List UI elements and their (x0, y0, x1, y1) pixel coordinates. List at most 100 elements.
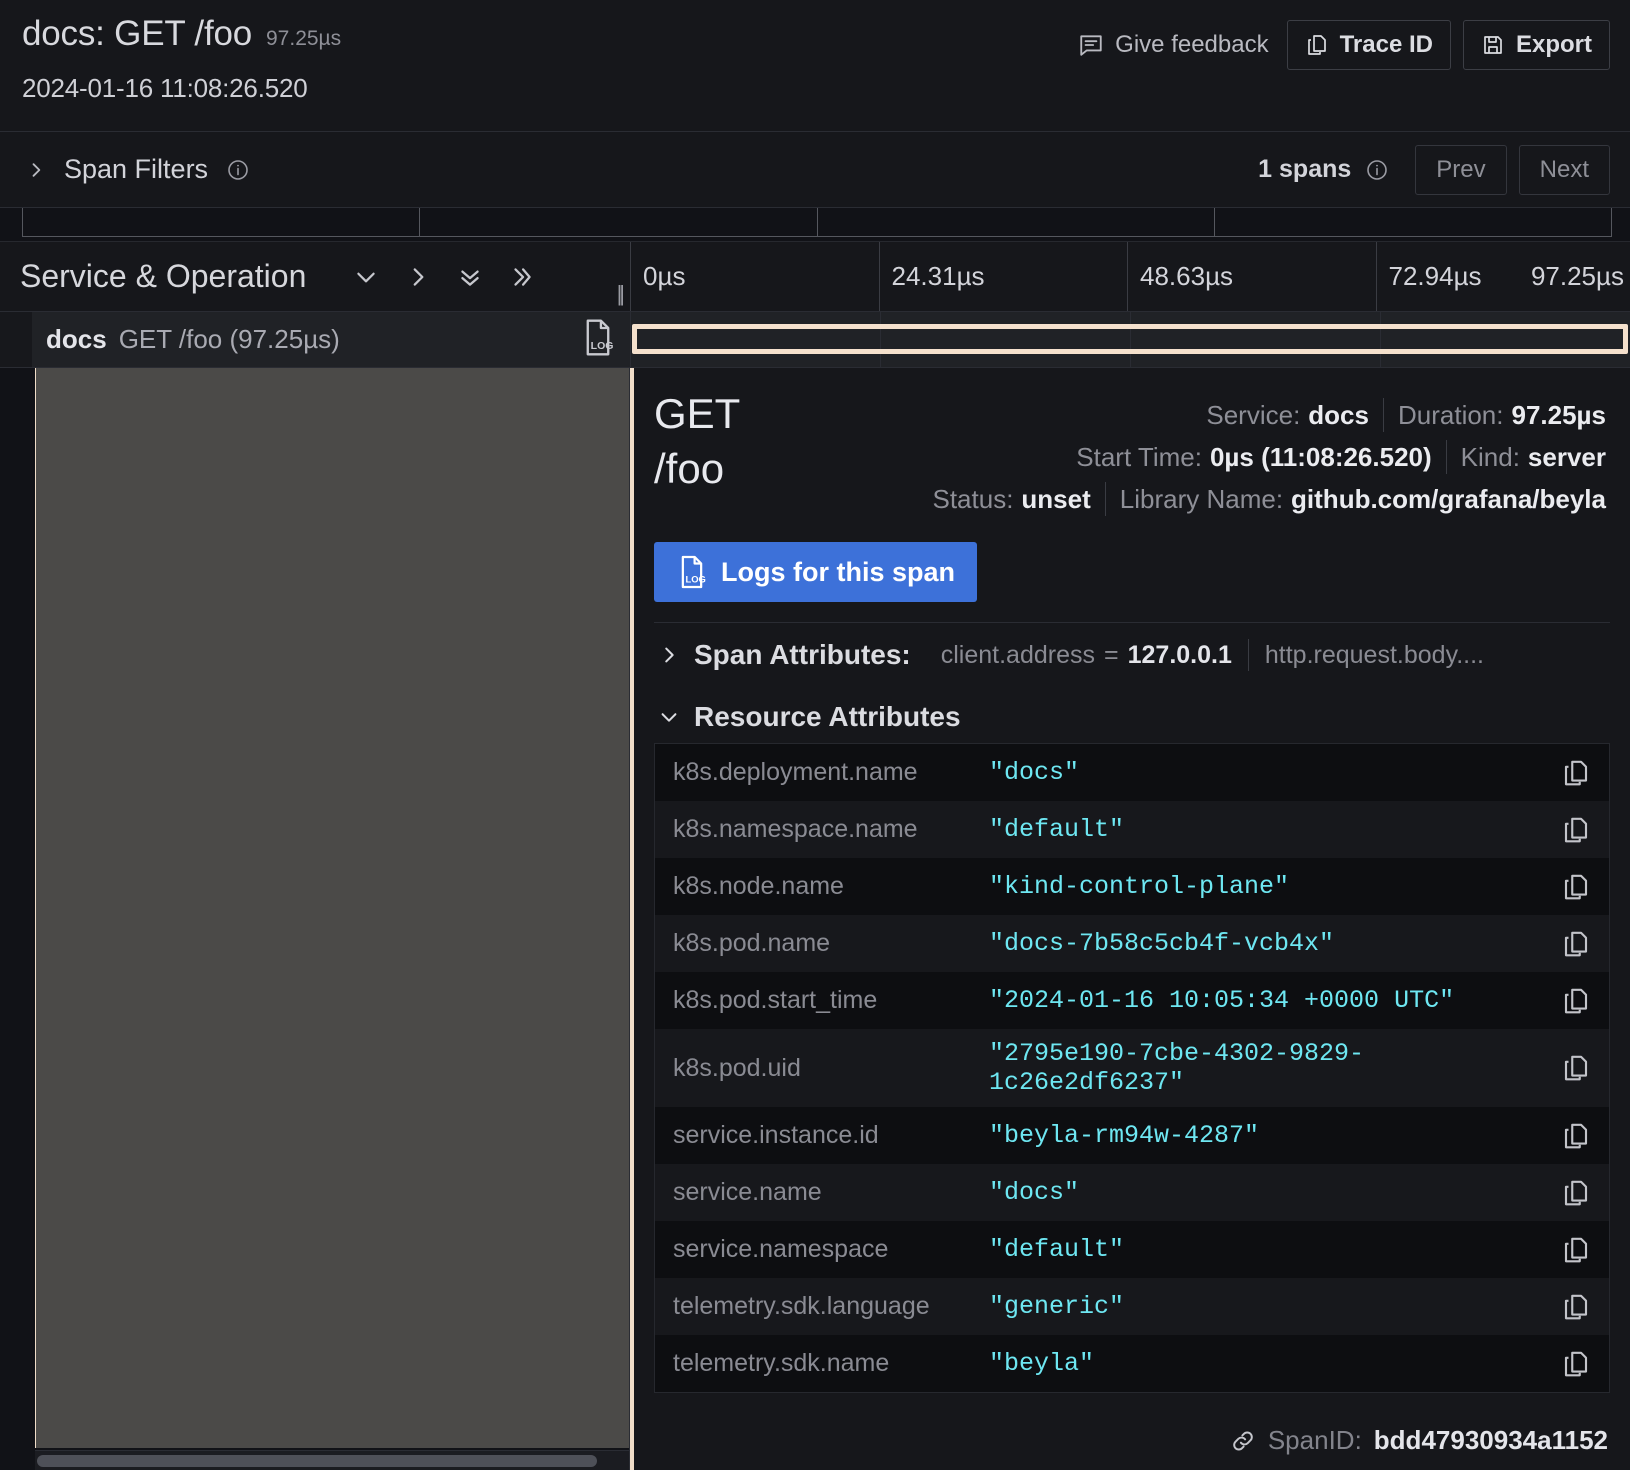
span-row-label[interactable]: docs GET /foo (97.25µs) LOG (0, 312, 630, 367)
span-detail-header: GET /foo Service: docs Duration: 97.25µs (634, 368, 1630, 520)
attribute-value: "beyla" (989, 1339, 1543, 1388)
meta-kind-key: Kind: (1461, 436, 1520, 478)
span-attributes-accordion[interactable]: Span Attributes: client.address = 127.0.… (634, 623, 1630, 685)
attribute-key: service.name (655, 1168, 989, 1217)
copy-icon[interactable] (1543, 929, 1609, 959)
attribute-row: k8s.pod.start_time"2024-01-16 10:05:34 +… (655, 972, 1609, 1029)
attribute-key: k8s.pod.start_time (655, 976, 989, 1025)
timeline-header: Service & Operation (0, 242, 1630, 312)
trace-view-page: docs: GET /foo 97.25µs 2024-01-16 11:08:… (0, 0, 1630, 1470)
spans-count: 1 spans (1258, 155, 1351, 184)
span-detail-indent-area (35, 368, 629, 1448)
spans-info-icon[interactable] (1365, 158, 1389, 182)
give-feedback-button[interactable]: Give feedback (1072, 23, 1274, 67)
preview-value: 127.0.0.1 (1128, 641, 1232, 670)
page-title: docs: GET /foo (22, 14, 252, 54)
attribute-value: "default" (989, 1225, 1543, 1274)
meta-duration-key: Duration: (1398, 394, 1504, 436)
minimap-track[interactable] (22, 208, 1612, 237)
copy-icon[interactable] (1543, 1053, 1609, 1083)
copy-icon[interactable] (1543, 872, 1609, 902)
span-detail-panel: GET /foo Service: docs Duration: 97.25µs (630, 368, 1630, 1470)
timeline-tick: 0µs (630, 242, 879, 311)
attribute-value: "docs-7b58c5cb4f-vcb4x" (989, 919, 1543, 968)
meta-library-name-value: github.com/grafana/beyla (1291, 478, 1606, 520)
meta-service-key: Service: (1206, 394, 1300, 436)
meta-status-key: Status: (932, 478, 1013, 520)
info-circle-icon[interactable] (226, 158, 250, 182)
next-span-button[interactable]: Next (1519, 145, 1610, 195)
detail-horizontal-scrollbar[interactable] (634, 1462, 1630, 1470)
chevron-right-icon (26, 160, 46, 180)
copy-icon[interactable] (1543, 1178, 1609, 1208)
attribute-row: service.name"docs" (655, 1164, 1609, 1221)
trace-duration: 97.25µs (266, 27, 341, 51)
span-id-label: SpanID: (1268, 1425, 1362, 1456)
horizontal-scrollbar[interactable] (35, 1450, 629, 1470)
preview-equals: = (1104, 641, 1119, 670)
meta-duration-value: 97.25µs (1511, 394, 1606, 436)
resource-attributes-accordion[interactable]: Resource Attributes (634, 685, 1630, 737)
logs-for-this-span-button[interactable]: LOG Logs for this span (654, 542, 977, 602)
expand-one-level-icon[interactable] (340, 264, 392, 290)
copy-icon[interactable] (1543, 1349, 1609, 1379)
meta-start-time-key: Start Time: (1076, 436, 1202, 478)
header-actions: Give feedback Trace ID (1072, 20, 1610, 70)
column-resize-icon[interactable]: || (617, 281, 622, 307)
copy-icon (1305, 33, 1329, 57)
attribute-row: k8s.pod.uid"2795e190-7cbe-4302-9829-1c26… (655, 1029, 1609, 1107)
copy-icon[interactable] (1543, 815, 1609, 845)
give-feedback-label: Give feedback (1115, 31, 1268, 59)
span-duration-bar[interactable] (632, 324, 1628, 354)
attribute-row: k8s.deployment.name"docs" (655, 744, 1609, 801)
meta-start-time-value: 0µs (11:08:26.520) (1210, 436, 1432, 478)
meta-service-value: docs (1308, 394, 1369, 436)
copy-icon[interactable] (1543, 986, 1609, 1016)
attribute-row: telemetry.sdk.name"beyla" (655, 1335, 1609, 1392)
svg-text:LOG: LOG (591, 340, 614, 352)
timeline-tick: 48.63µs (1127, 242, 1376, 311)
trace-id-button[interactable]: Trace ID (1287, 20, 1451, 70)
meta-line-2: Start Time: 0µs (11:08:26.520) Kind: ser… (750, 436, 1606, 478)
double-chevron-right-icon[interactable] (496, 264, 548, 290)
timeline-tick: 24.31µs (879, 242, 1128, 311)
copy-icon[interactable] (1543, 1121, 1609, 1151)
timeline-tick-label: 72.94µs (1389, 261, 1482, 292)
span-filters-toggle[interactable]: Span Filters (26, 154, 250, 185)
span-row[interactable]: docs GET /foo (97.25µs) LOG (0, 312, 1630, 368)
prev-span-button[interactable]: Prev (1415, 145, 1506, 195)
scrollbar-thumb[interactable] (37, 1455, 597, 1467)
attribute-value: "2795e190-7cbe-4302-9829-1c26e2df6237" (989, 1029, 1543, 1107)
timeline-minimap[interactable] (0, 208, 1630, 242)
meta-library-name-key: Library Name: (1120, 478, 1283, 520)
copy-icon[interactable] (1543, 1292, 1609, 1322)
attribute-value: "generic" (989, 1282, 1543, 1331)
attribute-value: "default" (989, 805, 1543, 854)
meta-service: Service: docs (1192, 394, 1383, 436)
preview-truncated: http.request.body.... (1249, 641, 1484, 670)
collapse-one-level-icon[interactable] (392, 264, 444, 290)
span-row-bar-area[interactable] (630, 312, 1630, 367)
export-button[interactable]: Export (1463, 20, 1610, 70)
span-filters-label: Span Filters (64, 154, 208, 185)
link-icon[interactable] (1230, 1428, 1256, 1454)
attribute-key: k8s.pod.uid (655, 1044, 989, 1093)
attribute-row: service.namespace"default" (655, 1221, 1609, 1278)
attribute-row: telemetry.sdk.language"generic" (655, 1278, 1609, 1335)
span-detail-meta: Service: docs Duration: 97.25µs Start Ti… (750, 386, 1606, 520)
trace-header: docs: GET /foo 97.25µs 2024-01-16 11:08:… (0, 0, 1630, 132)
svg-text:LOG: LOG (685, 574, 705, 585)
double-chevron-down-icon[interactable] (444, 264, 496, 290)
minimap-segment (1215, 208, 1611, 236)
minimap-segment (23, 208, 420, 236)
attribute-value: "2024-01-16 10:05:34 +0000 UTC" (989, 976, 1543, 1025)
log-document-icon: LOG (676, 555, 708, 589)
attribute-row: k8s.namespace.name"default" (655, 801, 1609, 858)
timeline-ticks: 0µs 24.31µs 48.63µs 72.94µs 97.25µs (630, 242, 1630, 311)
copy-icon[interactable] (1543, 1235, 1609, 1265)
meta-start-time: Start Time: 0µs (11:08:26.520) (1062, 436, 1445, 478)
copy-icon[interactable] (1543, 758, 1609, 788)
meta-status: Status: unset (918, 478, 1104, 520)
trace-id-label: Trace ID (1340, 31, 1433, 59)
log-document-icon[interactable]: LOG (580, 318, 616, 361)
